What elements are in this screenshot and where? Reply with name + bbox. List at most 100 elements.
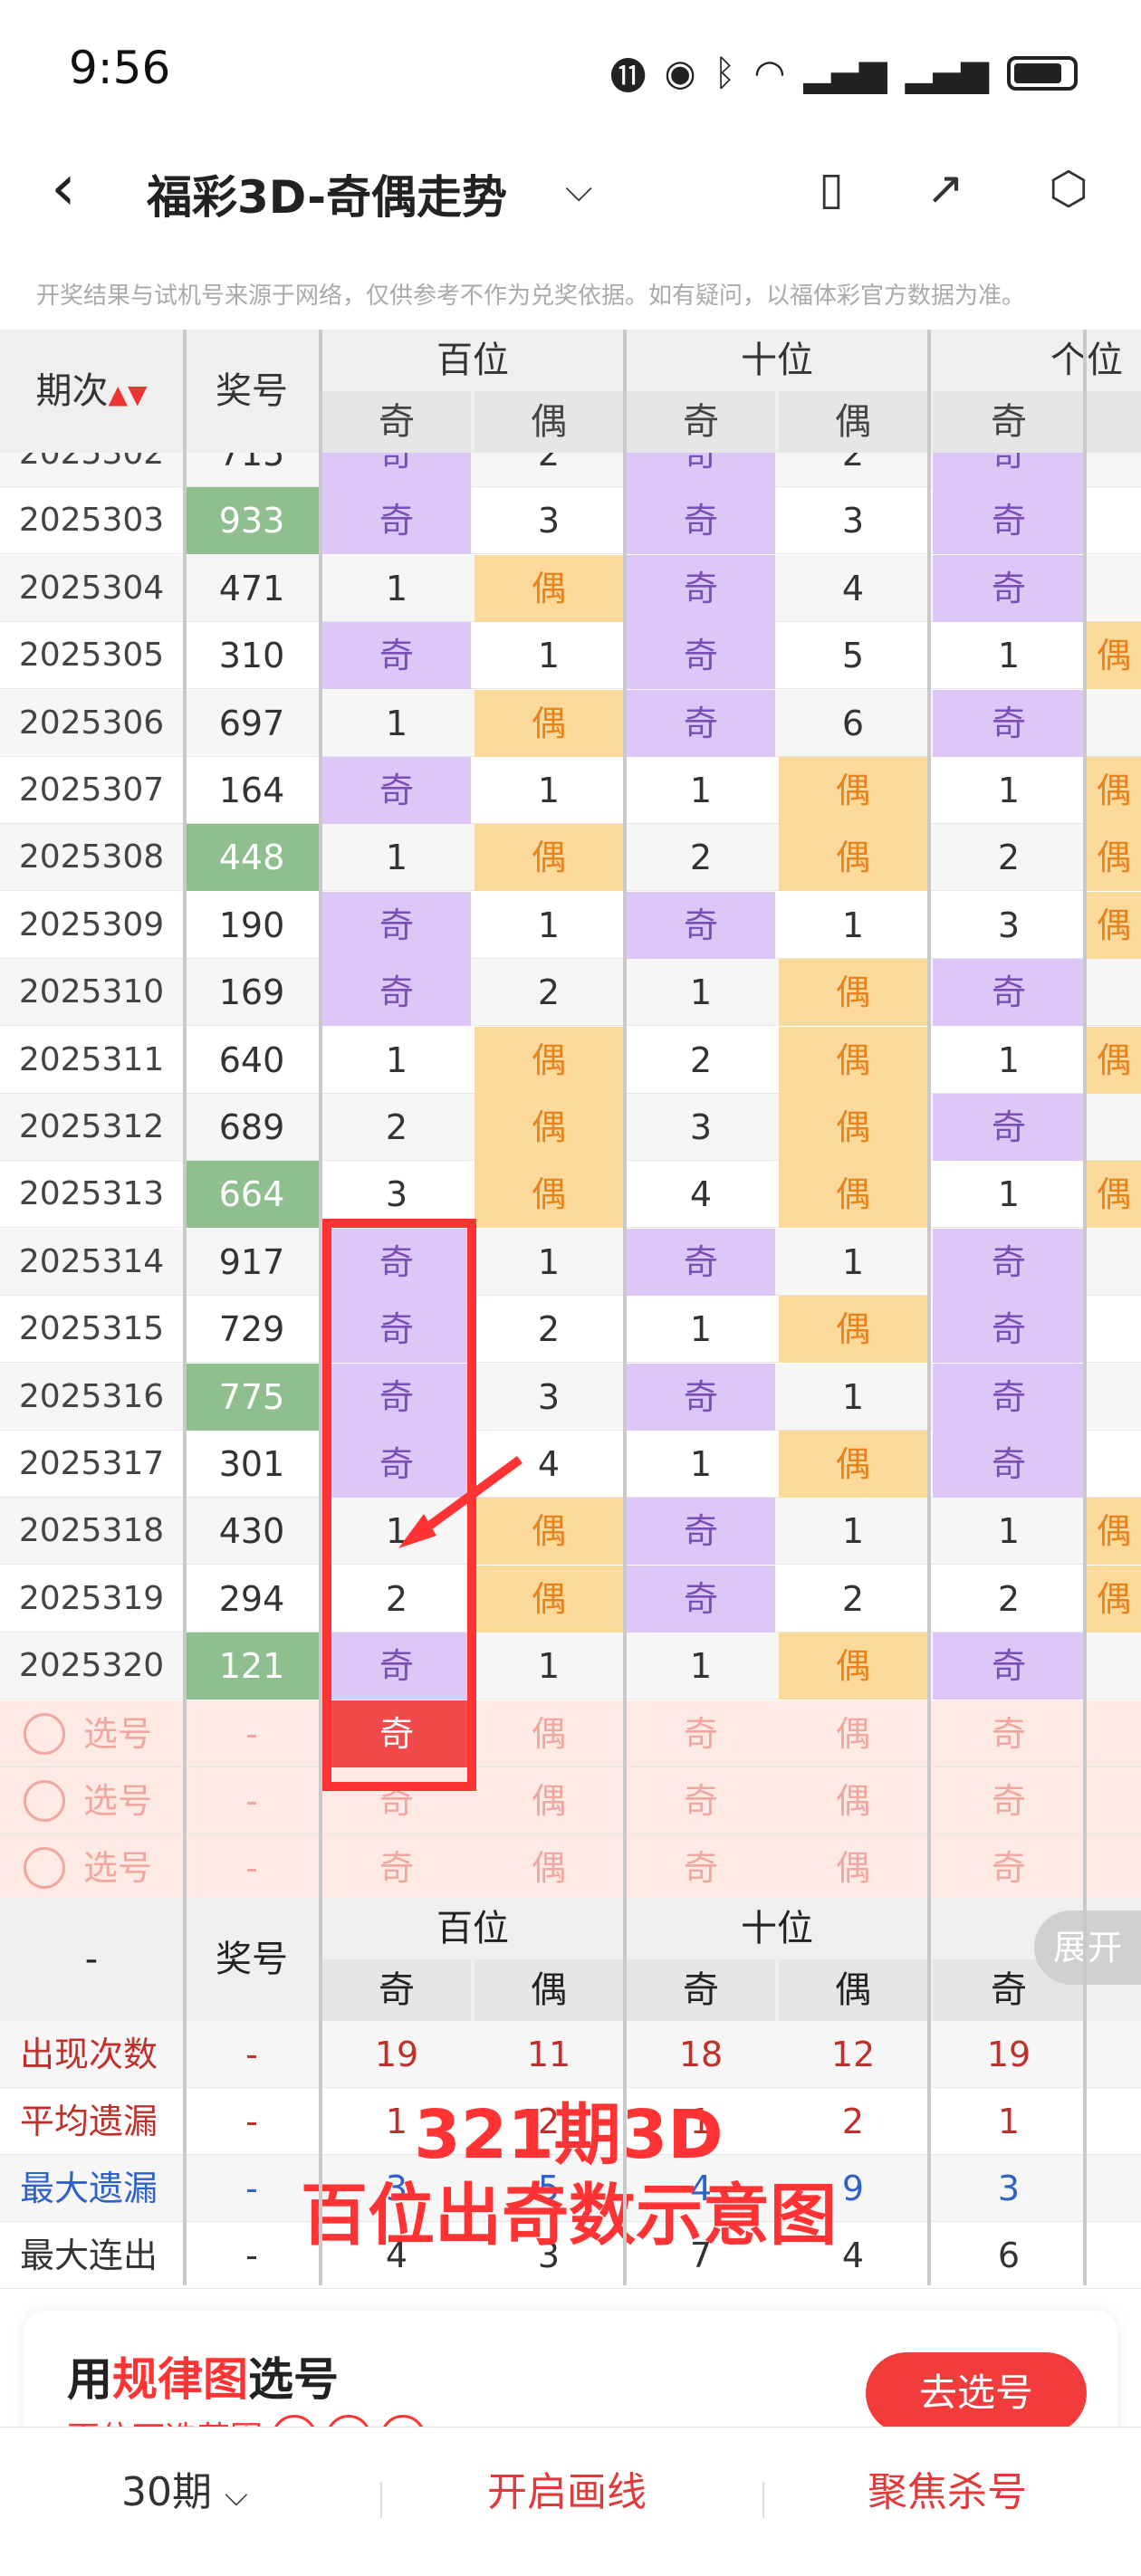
trend-cell: 偶 — [1087, 757, 1141, 824]
number-cell: 917 — [218, 1241, 285, 1282]
period-cell: 2025313 — [18, 1175, 165, 1213]
period-header[interactable]: 期次▲▼ — [0, 330, 183, 453]
table-row: 2025307 164 奇 1 1 偶 1 偶 — [0, 757, 1141, 824]
pick-cell[interactable]: 偶 — [475, 1834, 623, 1901]
stats-value: 3 — [997, 2169, 1021, 2208]
number-cell: 697 — [218, 703, 285, 743]
group-hundreds: 百位 — [436, 340, 509, 381]
period-selector[interactable]: 30期 ⌵ — [121, 2464, 248, 2524]
trend-cell: 1 — [537, 1646, 561, 1687]
status-time: 9:56 — [69, 42, 171, 94]
expand-button[interactable]: 展开 — [1034, 1910, 1141, 1985]
draw-line-button[interactable]: 开启画线 — [487, 2464, 647, 2522]
pick-cell[interactable]: 奇 — [627, 1700, 775, 1767]
trend-cell: 偶 — [475, 1026, 623, 1094]
stats-value: 19 — [374, 2035, 419, 2074]
trend-cell: 3 — [997, 905, 1021, 945]
trend-cell: 1 — [385, 703, 408, 743]
table-row: 2025308 448 1 偶 2 偶 2 偶 — [0, 824, 1141, 892]
number-cell: 448 — [185, 824, 319, 892]
pick-label: 选号 — [83, 1781, 153, 1821]
trend-cell: 偶 — [779, 757, 927, 824]
period-cell: 2025311 — [18, 1040, 165, 1078]
kill-number-button[interactable]: 聚焦杀号 — [868, 2464, 1027, 2522]
phone-layout-icon[interactable]: ▯ — [802, 159, 860, 217]
table-row: 2025303 933 奇 3 奇 3 奇 — [0, 487, 1141, 555]
trend-cell: 偶 — [779, 1633, 927, 1700]
number-cell: 430 — [218, 1511, 285, 1552]
table-row: 2025318 430 1 偶奇 1 1 偶 — [0, 1498, 1141, 1566]
period-cell: 2025306 — [18, 704, 165, 742]
pick-cell[interactable]: 奇 — [627, 1767, 775, 1834]
chevron-down-icon[interactable]: ⌵ — [565, 168, 592, 210]
pick-cell[interactable]: 偶 — [475, 1767, 623, 1834]
trend-cell: 3 — [689, 1107, 713, 1147]
pick-cell[interactable]: 偶 — [779, 1834, 927, 1901]
trend-cell: 偶 — [1087, 824, 1141, 892]
pick-row[interactable]: 选号 - 奇偶奇偶奇 — [0, 1767, 1141, 1834]
trend-cell: 奇 — [933, 487, 1085, 555]
pick-radio-icon[interactable] — [24, 1847, 65, 1890]
trend-cell: 偶 — [1087, 1161, 1141, 1229]
pick-cell[interactable]: 奇 — [627, 1834, 775, 1901]
number-cell: 689 — [218, 1107, 285, 1147]
trend-cell: 1 — [689, 771, 713, 810]
trend-cell: 奇 — [627, 1498, 775, 1566]
stats-label: 出现次数 — [20, 2035, 158, 2074]
trend-cell: 1 — [689, 1646, 713, 1687]
trend-cell: 奇 — [933, 1296, 1085, 1364]
pick-cell[interactable]: 偶 — [779, 1767, 927, 1834]
sort-icon[interactable]: ▲▼ — [108, 379, 147, 409]
stats-value: 12 — [830, 2035, 876, 2074]
column-divider — [623, 330, 627, 2285]
bottom-bar: 30期 ⌵ 开启画线 聚焦杀号 — [0, 2427, 1141, 2576]
pick-dash: - — [245, 1713, 258, 1754]
back-icon[interactable]: ‹ — [51, 156, 76, 219]
period-cell: 2025315 — [18, 1310, 165, 1348]
signal-icon-2: ▂▄▆ — [905, 53, 989, 94]
pick-cell[interactable]: 奇 — [933, 1834, 1085, 1901]
table-row: 2025306 697 1 偶奇 6 奇 — [0, 689, 1141, 757]
page-title[interactable]: 福彩3D-奇偶走势 — [147, 161, 507, 226]
pick-cell[interactable]: 奇 — [933, 1767, 1085, 1834]
table-row: 2025310 169 奇 2 1 偶奇 — [0, 959, 1141, 1027]
trend-cell: 奇 — [627, 487, 775, 555]
nav-bar: ‹ 福彩3D-奇偶走势 ⌵ ▯ ↗ ⬡ — [0, 136, 1141, 244]
trend-cell: 2 — [385, 1107, 408, 1147]
pick-cell[interactable]: 奇 — [322, 1834, 471, 1901]
pick-label: 选号 — [83, 1848, 153, 1889]
column-divider — [319, 330, 322, 2285]
signal-icon-1: ▂▄▆ — [803, 53, 887, 94]
pick-cell[interactable]: 偶 — [475, 1700, 623, 1767]
trend-cell: 1 — [689, 1444, 713, 1484]
settings-icon[interactable]: ⬡ — [1040, 159, 1098, 217]
number-cell: 471 — [218, 568, 285, 608]
pick-radio-icon[interactable] — [24, 1712, 65, 1755]
notification-icon: ⓫ — [609, 56, 647, 98]
status-icons: ⓫ ◉ ᛒ ◠ ▂▄▆ ▂▄▆ — [610, 47, 1078, 100]
trend-cell: 3 — [841, 501, 865, 541]
trend-cell: 奇 — [933, 1363, 1085, 1431]
pick-row[interactable]: 选号 - 奇偶奇偶奇 — [0, 1700, 1141, 1767]
table-row: 2025304 471 1 偶奇 4 奇 — [0, 554, 1141, 622]
period-cell: 2025308 — [18, 838, 165, 876]
period-cell: 2025319 — [18, 1579, 165, 1617]
pick-cell[interactable]: 偶 — [779, 1700, 927, 1767]
pick-label: 选号 — [83, 1713, 153, 1754]
table-row: 2025320 121 奇 1 1 偶奇 — [0, 1633, 1141, 1700]
pick-radio-icon[interactable] — [24, 1780, 65, 1822]
go-pick-button[interactable]: 去选号 — [866, 2352, 1087, 2434]
trend-cell: 偶 — [779, 1094, 927, 1161]
pick-row[interactable]: 选号 - 奇偶奇偶奇 — [0, 1834, 1141, 1902]
number-cell: 169 — [218, 972, 285, 1013]
share-icon[interactable]: ↗ — [916, 159, 974, 217]
trend-cell: 偶 — [1087, 1565, 1141, 1633]
period-cell: 2025309 — [18, 905, 165, 943]
trend-cell: 奇 — [627, 1363, 775, 1431]
period-cell: 2025317 — [18, 1445, 165, 1482]
period-cell: 2025320 — [18, 1647, 165, 1685]
pick-cell[interactable]: 奇 — [933, 1700, 1085, 1767]
trend-cell: 1 — [841, 1241, 865, 1282]
stats-value: 19 — [986, 2035, 1031, 2074]
column-divider — [927, 330, 931, 2285]
